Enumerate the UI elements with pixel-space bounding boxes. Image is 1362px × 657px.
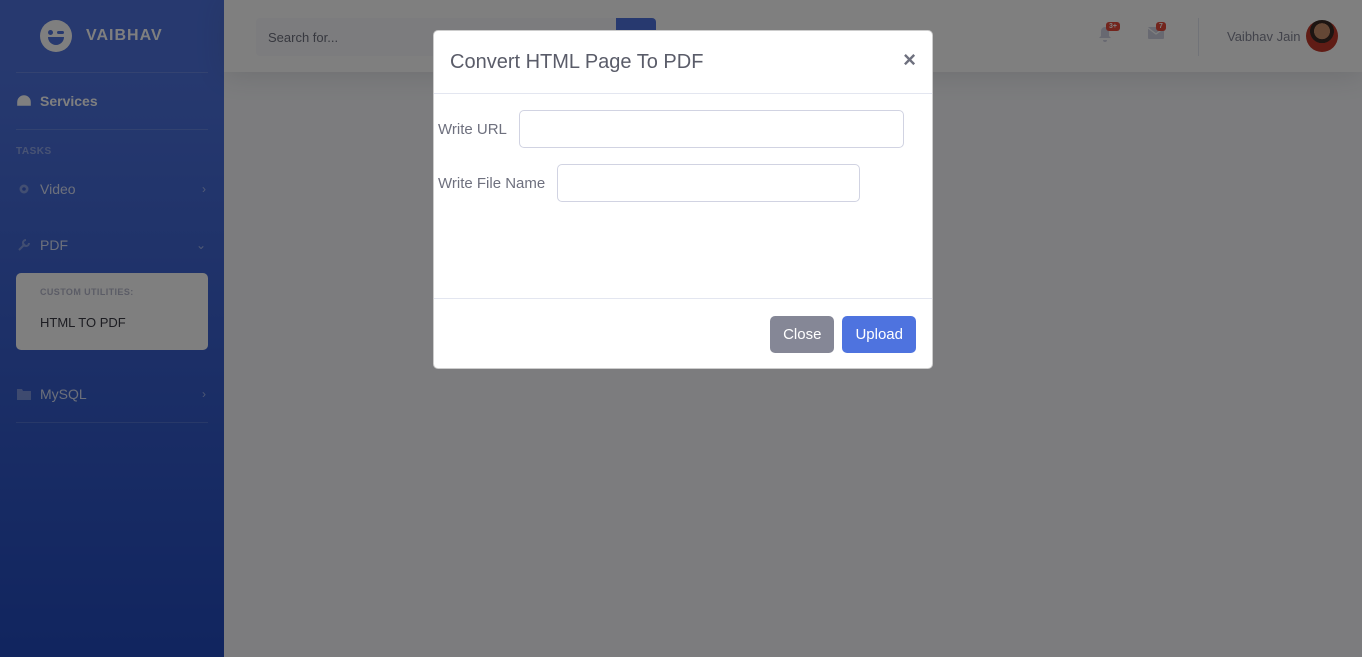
filename-input[interactable] bbox=[557, 164, 861, 202]
close-icon[interactable]: × bbox=[903, 49, 916, 71]
modal-body: Write URL Write File Name bbox=[434, 94, 932, 299]
filename-row: Write File Name bbox=[438, 164, 861, 202]
convert-modal: Convert HTML Page To PDF × Write URL Wri… bbox=[433, 30, 933, 369]
modal-title: Convert HTML Page To PDF bbox=[450, 50, 704, 73]
modal-footer: Close Upload bbox=[434, 299, 932, 369]
modal-header: Convert HTML Page To PDF × bbox=[434, 31, 932, 94]
url-input[interactable] bbox=[518, 110, 904, 148]
url-label: Write URL bbox=[438, 120, 507, 138]
upload-button[interactable]: Upload bbox=[842, 315, 916, 353]
close-button[interactable]: Close bbox=[770, 315, 835, 353]
url-row: Write URL bbox=[438, 110, 904, 148]
filename-label: Write File Name bbox=[438, 174, 546, 192]
